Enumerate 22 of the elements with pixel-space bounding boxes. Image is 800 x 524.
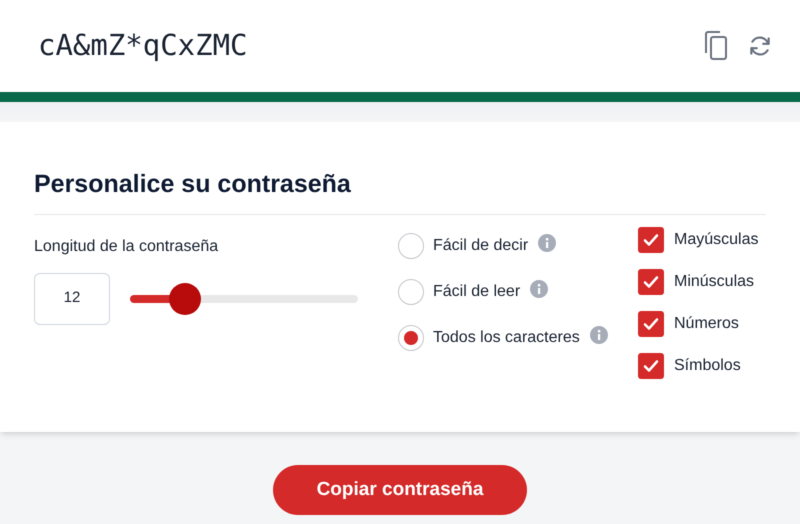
length-slider[interactable]	[130, 282, 358, 314]
section-title: Personalice su contraseña	[34, 169, 352, 200]
radio-button[interactable]	[398, 278, 424, 304]
copy-password-button[interactable]: Copiar contraseña	[273, 465, 527, 515]
checkbox-label[interactable]: Números	[674, 312, 739, 336]
length-label: Longitud de la contraseña	[34, 236, 220, 256]
checkbox[interactable]	[638, 352, 664, 378]
radio-label[interactable]: Fácil de leer	[433, 280, 520, 304]
radio-button[interactable]	[398, 324, 424, 350]
password-text: cA&mZ*qCxZMC	[38, 27, 248, 64]
checkbox[interactable]	[638, 310, 664, 336]
radio-button[interactable]	[398, 232, 424, 258]
copy-icon[interactable]	[704, 31, 728, 61]
checkbox-label[interactable]: Minúsculas	[674, 270, 754, 294]
radio-label[interactable]: Fácil de decir	[433, 234, 528, 258]
length-field[interactable]: 12	[34, 272, 110, 324]
checkbox-label[interactable]: Símbolos	[674, 354, 741, 378]
checkbox-label[interactable]: Mayúsculas	[674, 228, 758, 252]
slider-thumb[interactable]	[168, 282, 201, 314]
radio-label[interactable]: Todos los caracteres	[433, 326, 580, 350]
checkbox[interactable]	[638, 268, 664, 294]
checkbox[interactable]	[638, 226, 664, 252]
